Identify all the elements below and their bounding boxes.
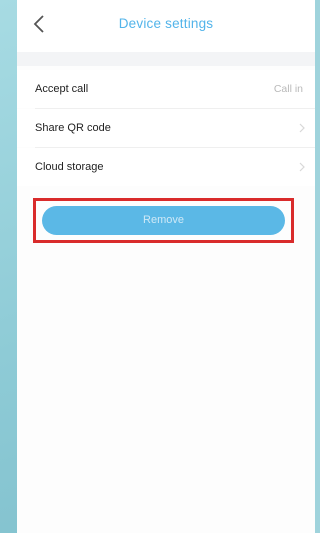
section-divider bbox=[17, 52, 315, 66]
setting-row-cloud-storage[interactable]: Cloud storage bbox=[17, 148, 315, 186]
remove-button[interactable]: Remove bbox=[42, 206, 285, 235]
empty-content-area bbox=[17, 250, 315, 533]
setting-value: Call in bbox=[273, 83, 303, 95]
setting-label: Accept call bbox=[35, 83, 89, 95]
nav-bar: Device settings bbox=[17, 0, 315, 52]
page-title: Device settings bbox=[118, 16, 214, 31]
setting-row-accept-call[interactable]: Accept call Call in bbox=[17, 70, 315, 108]
chevron-right-icon bbox=[299, 123, 305, 133]
chevron-right-icon bbox=[299, 162, 305, 172]
setting-label: Cloud storage bbox=[35, 161, 104, 173]
setting-label: Share QR code bbox=[35, 122, 111, 134]
setting-row-share-qr-code[interactable]: Share QR code bbox=[17, 109, 315, 147]
remove-button-highlight: Remove bbox=[33, 198, 294, 243]
device-settings-screen: Device settings Accept call Call in Shar… bbox=[17, 0, 315, 533]
